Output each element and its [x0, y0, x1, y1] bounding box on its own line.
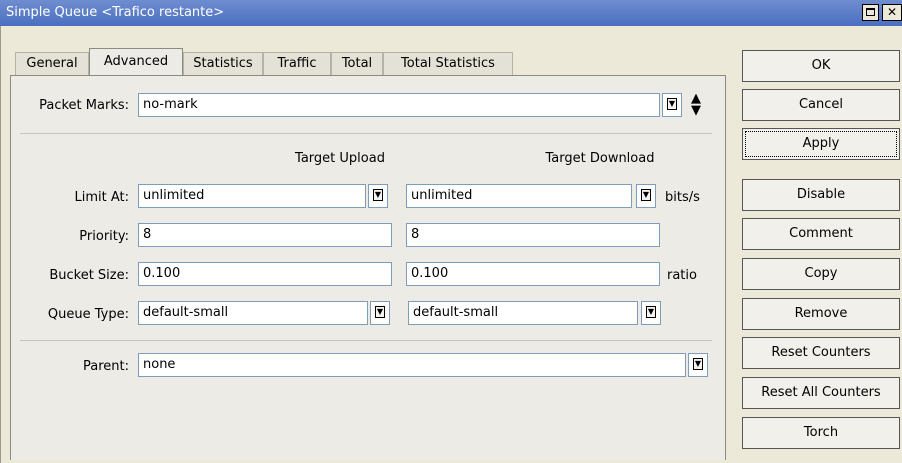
parent-label: Parent: [83, 359, 129, 374]
parent-field[interactable]: none [138, 353, 686, 377]
tab-total[interactable]: Total [331, 52, 383, 75]
bucket-size-unit: ratio [667, 268, 697, 283]
bucket-size-upload-field[interactable]: 0.100 [138, 262, 392, 286]
queue-type-label: Queue Type: [47, 307, 129, 322]
torch-button[interactable]: Torch [742, 417, 900, 449]
title-bar: Simple Queue <Trafico restante> ✕ [0, 0, 902, 26]
dropdown-arrow-icon: ▼ [693, 358, 703, 370]
up-down-arrow-icon: ▲ ▼ [691, 91, 701, 118]
target-upload-header: Target Upload [295, 151, 385, 166]
limit-at-unit: bits/s [665, 190, 700, 205]
limit-at-upload-dropdown[interactable]: ▼ [368, 184, 388, 208]
limit-at-download-dropdown[interactable]: ▼ [636, 184, 656, 208]
queue-type-upload-dropdown[interactable]: ▼ [370, 301, 390, 325]
reset-counters-button[interactable]: Reset Counters [742, 337, 900, 369]
tab-advanced[interactable]: Advanced [89, 48, 183, 75]
target-download-header: Target Download [545, 151, 655, 166]
copy-button[interactable]: Copy [742, 258, 900, 290]
priority-download-field[interactable]: 8 [406, 223, 660, 247]
comment-button[interactable]: Comment [742, 218, 900, 250]
priority-upload-field[interactable]: 8 [138, 223, 392, 247]
dropdown-arrow-icon: ▼ [375, 306, 385, 318]
limit-at-upload-field[interactable]: unlimited [138, 184, 366, 208]
tab-general[interactable]: General [15, 52, 89, 75]
packet-marks-field[interactable]: no-mark [138, 93, 660, 117]
bucket-size-label: Bucket Size: [49, 268, 129, 283]
limit-at-download-field[interactable]: unlimited [406, 184, 632, 208]
maximize-button[interactable] [862, 4, 879, 21]
tab-total-statistics[interactable]: Total Statistics [383, 52, 513, 75]
dropdown-arrow-icon: ▼ [373, 189, 383, 201]
tab-traffic[interactable]: Traffic [263, 52, 331, 75]
remove-button[interactable]: Remove [742, 298, 900, 330]
cancel-button[interactable]: Cancel [742, 89, 900, 121]
dropdown-arrow-icon: ▼ [641, 189, 651, 201]
dropdown-arrow-icon: ▼ [667, 98, 677, 110]
simple-queue-window: Simple Queue <Trafico restante> ✕ Genera… [0, 0, 902, 463]
packet-marks-label: Packet Marks: [39, 98, 129, 113]
limit-at-label: Limit At: [74, 190, 129, 205]
separator [20, 340, 712, 341]
close-button[interactable]: ✕ [882, 4, 902, 21]
queue-type-download-dropdown[interactable]: ▼ [641, 301, 661, 325]
parent-dropdown[interactable]: ▼ [688, 353, 708, 377]
reset-all-counters-button[interactable]: Reset All Counters [742, 377, 900, 409]
close-icon: ✕ [886, 5, 898, 19]
bucket-size-download-field[interactable]: 0.100 [406, 262, 660, 286]
priority-label: Priority: [79, 229, 129, 244]
apply-button[interactable]: Apply [742, 128, 900, 160]
window-title: Simple Queue <Trafico restante> [6, 5, 225, 20]
tab-bar: General Advanced Statistics Traffic Tota… [1, 48, 731, 75]
packet-marks-updown[interactable]: ▲ ▼ [690, 91, 702, 118]
queue-type-upload-field[interactable]: default-small [138, 301, 368, 325]
separator [20, 133, 712, 134]
tab-statistics[interactable]: Statistics [183, 52, 263, 75]
maximize-icon [866, 8, 875, 16]
disable-button[interactable]: Disable [742, 179, 900, 211]
packet-marks-dropdown[interactable]: ▼ [662, 93, 682, 117]
ok-button[interactable]: OK [742, 50, 900, 82]
dropdown-arrow-icon: ▼ [646, 306, 656, 318]
queue-type-download-field[interactable]: default-small [408, 301, 638, 325]
